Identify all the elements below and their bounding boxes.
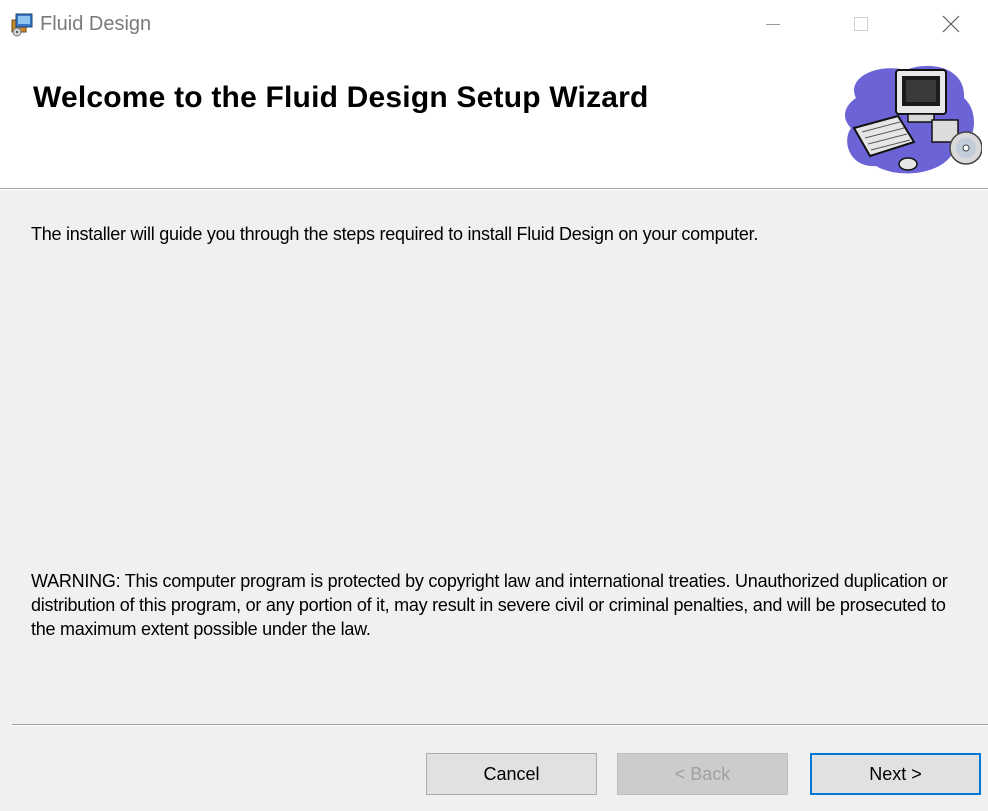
minimize-button[interactable] [742, 0, 804, 48]
footer-divider-highlight [12, 725, 988, 726]
copyright-warning: WARNING: This computer program is protec… [31, 571, 948, 639]
maximize-icon [854, 17, 868, 31]
minimize-icon [766, 24, 780, 25]
wizard-banner: Welcome to the Fluid Design Setup Wizard [0, 48, 988, 188]
setup-wizard-window: Fluid Design Welcome to the Fluid Design… [0, 0, 988, 811]
maximize-button[interactable] [830, 0, 892, 48]
title-bar[interactable]: Fluid Design [0, 0, 988, 48]
installer-icon [11, 13, 33, 37]
close-icon [942, 15, 960, 33]
banner-divider-highlight [0, 189, 988, 190]
next-button[interactable]: Next > [810, 753, 981, 795]
close-button[interactable] [920, 0, 982, 48]
back-button[interactable]: < Back [617, 753, 788, 795]
banner-title: Welcome to the Fluid Design Setup Wizard [33, 81, 649, 114]
window-title: Fluid Design [40, 13, 152, 35]
computer-setup-graphic [844, 65, 982, 174]
cancel-button[interactable]: Cancel [426, 753, 597, 795]
intro-text: The installer will guide you through the… [31, 224, 759, 244]
